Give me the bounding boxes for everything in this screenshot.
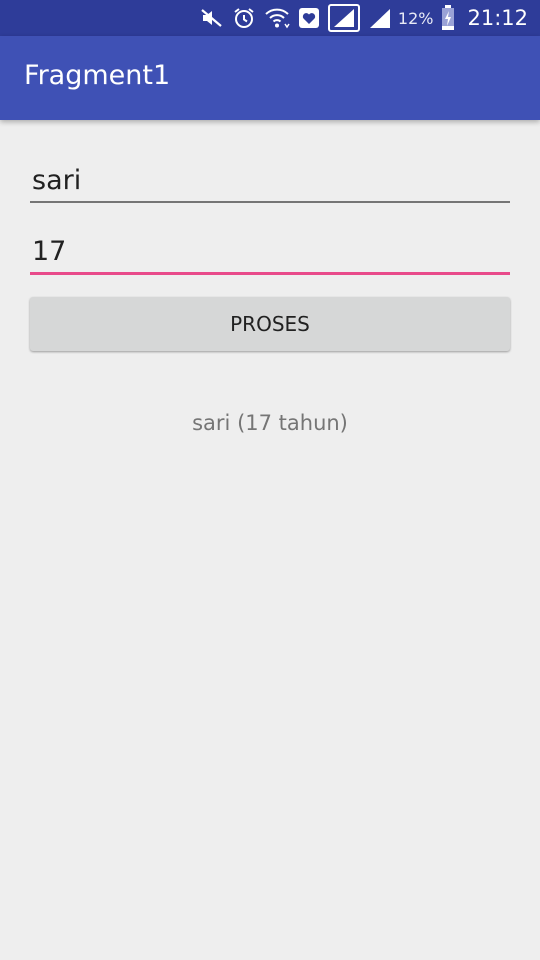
battery-charging-icon xyxy=(441,5,455,31)
age-input[interactable] xyxy=(30,231,510,271)
signal-sim2-icon xyxy=(368,6,392,30)
battery-percent: 12% xyxy=(397,8,434,28)
result-text: sari (17 tahun) xyxy=(192,411,348,435)
status-icons: 12% 21:12 xyxy=(200,0,528,36)
clock: 21:12 xyxy=(467,6,528,30)
proses-button[interactable]: PROSES xyxy=(30,297,510,351)
alarm-icon xyxy=(232,6,256,30)
mute-icon xyxy=(200,7,224,29)
age-underline xyxy=(30,272,510,275)
name-field xyxy=(30,160,510,203)
status-bar: 12% 21:12 xyxy=(0,0,540,36)
name-underline xyxy=(30,201,510,203)
signal-sim1-icon xyxy=(327,4,360,32)
wifi-icon xyxy=(264,6,290,30)
name-input[interactable] xyxy=(30,160,510,200)
app-bar: Fragment1 xyxy=(0,36,540,120)
health-icon xyxy=(298,7,320,29)
age-field xyxy=(30,231,510,275)
page-title: Fragment1 xyxy=(24,60,171,91)
